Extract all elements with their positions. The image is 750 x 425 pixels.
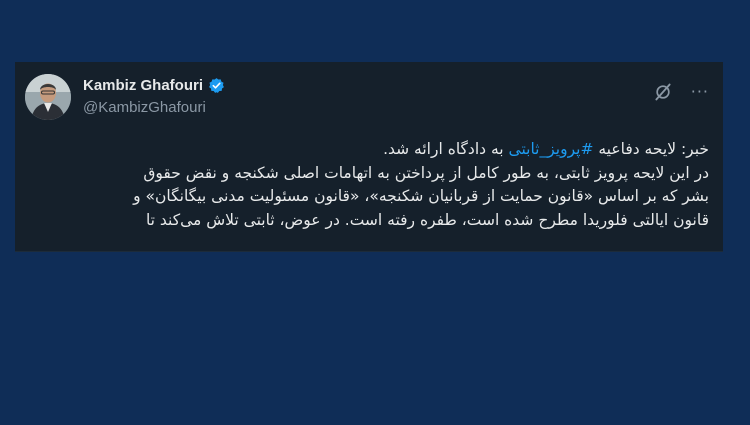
author-handle[interactable]: @KambizGhafouri [83,99,225,116]
verified-badge-icon[interactable] [208,77,225,94]
tweet-text-headline-suffix: به دادگاه ارائه شد. [383,140,509,158]
tweet-header: Kambiz Ghafouri @KambizGhafouri ··· [23,72,715,124]
tweet-text-line-4: قانون ایالتی فلوریدا مطرح شده است، طفره … [145,210,709,229]
tweet-text-line-2: در این لایحه پرویز ثابتی، به طور کامل از… [143,163,709,182]
grok-icon[interactable] [653,82,673,102]
more-options-icon[interactable]: ··· [691,82,709,102]
tweet-text-line-3: بشر که بر اساس «قانون حمایت از قربانیان … [133,187,709,205]
author-display-name[interactable]: Kambiz Ghafouri [83,77,203,94]
tweet-text-line-1: خبر: لایحه دفاعیه #پرویز_ثابتی به دادگاه… [29,138,709,162]
tweet-actions: ··· [653,82,709,102]
name-row: Kambiz Ghafouri [83,74,225,96]
avatar-photo [25,74,71,120]
tweet-text-headline-prefix: خبر: لایحه دفاعیه [593,140,709,158]
page-background: Kambiz Ghafouri @KambizGhafouri ··· خبر:… [0,0,750,425]
hashtag-link[interactable]: #پرویز_ثابتی [509,140,594,158]
author-identity: Kambiz Ghafouri @KambizGhafouri [83,74,225,116]
avatar[interactable] [25,74,71,120]
tweet-text: خبر: لایحه دفاعیه #پرویز_ثابتی به دادگاه… [29,138,709,232]
tweet-card[interactable]: Kambiz Ghafouri @KambizGhafouri ··· خبر:… [15,62,723,252]
